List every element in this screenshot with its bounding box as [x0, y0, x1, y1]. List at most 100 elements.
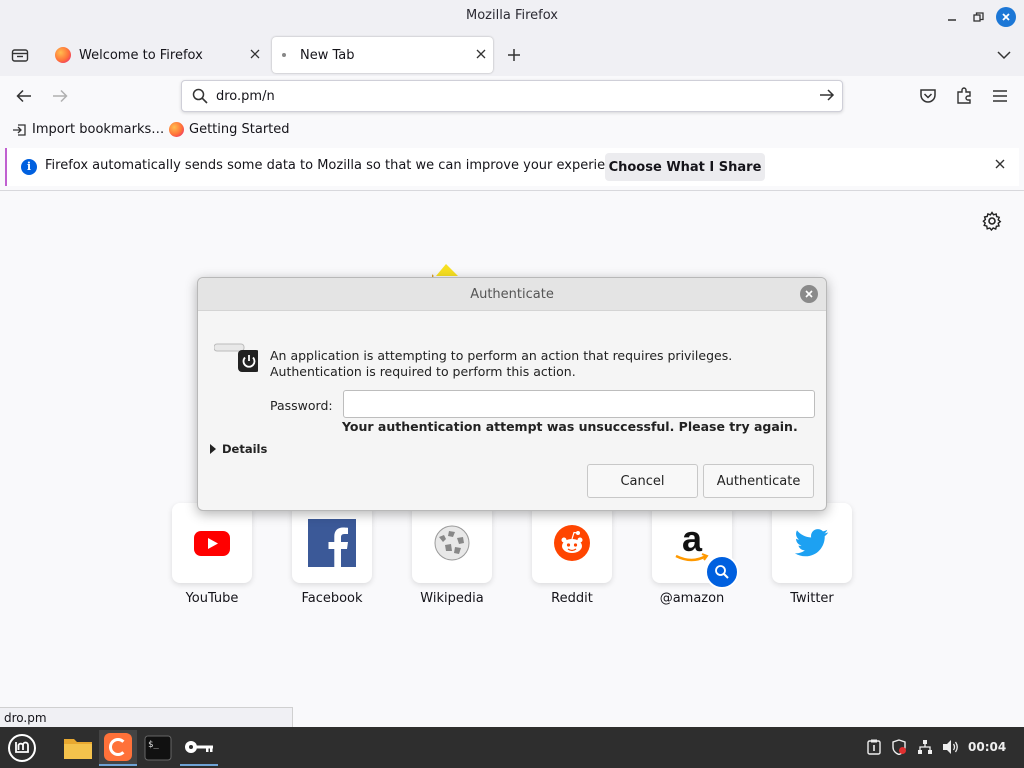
- personalize-settings-button[interactable]: [982, 211, 1002, 235]
- hamburger-menu-icon: [993, 90, 1007, 102]
- top-site-tile[interactable]: [412, 503, 492, 583]
- taskbar-firefox[interactable]: [99, 730, 137, 766]
- window-titlebar: Mozilla Firefox: [0, 0, 1024, 34]
- taskbar-terminal[interactable]: $_: [140, 730, 176, 766]
- tab-close-button[interactable]: [469, 48, 493, 63]
- tab-new-tab[interactable]: New Tab: [272, 37, 493, 73]
- amazon-logo-icon: a: [681, 518, 703, 559]
- top-site-reddit[interactable]: Reddit: [532, 503, 612, 606]
- bookmark-label: Import bookmarks…: [32, 122, 165, 137]
- tab-label: New Tab: [300, 47, 355, 63]
- top-site-twitter[interactable]: Twitter: [772, 503, 852, 606]
- forward-button[interactable]: [48, 84, 72, 108]
- tab-close-button[interactable]: [243, 48, 267, 63]
- search-icon: [715, 565, 729, 579]
- shield-update-tray-icon[interactable]: [891, 739, 907, 755]
- list-all-tabs-button[interactable]: [992, 43, 1016, 67]
- taskbar-authentication-agent[interactable]: [180, 730, 218, 766]
- firefox-icon: [104, 733, 132, 761]
- close-icon: [995, 159, 1005, 169]
- plus-icon: [508, 49, 520, 61]
- taskbar-file-manager[interactable]: [60, 730, 96, 766]
- firefox-view-button[interactable]: [8, 43, 32, 67]
- top-site-wikipedia[interactable]: Wikipedia: [412, 503, 492, 606]
- app-menu-button[interactable]: [988, 84, 1012, 108]
- search-shortcut-badge: [705, 555, 739, 589]
- top-site-label: Facebook: [301, 591, 363, 606]
- info-icon: i: [21, 159, 37, 175]
- password-field[interactable]: [343, 390, 815, 418]
- top-site-tile[interactable]: [292, 503, 372, 583]
- pocket-button[interactable]: [916, 84, 940, 108]
- taskbar: $_ 00:04: [0, 727, 1024, 768]
- youtube-icon: [194, 531, 230, 556]
- wikipedia-globe-icon: [434, 525, 470, 561]
- close-window-button[interactable]: [996, 7, 1016, 27]
- taskbar-clock[interactable]: 00:04: [968, 740, 1006, 754]
- top-site-amazon[interactable]: a @amazon: [652, 503, 739, 606]
- network-tray-icon[interactable]: [917, 739, 933, 755]
- top-site-tile[interactable]: [172, 503, 252, 583]
- new-tab-button[interactable]: [502, 43, 526, 67]
- puzzle-piece-icon: [957, 87, 971, 104]
- bookmark-getting-started[interactable]: Getting Started: [169, 122, 290, 137]
- dialog-title: Authenticate: [198, 278, 826, 311]
- top-site-facebook[interactable]: Facebook: [292, 503, 372, 606]
- dialog-message: An application is attempting to perform …: [270, 348, 733, 379]
- back-button[interactable]: [12, 84, 36, 108]
- dialog-close-button[interactable]: [800, 285, 818, 303]
- folder-icon: [64, 739, 92, 759]
- bookmarks-toolbar: Import bookmarks… Getting Started: [0, 116, 1024, 144]
- status-bar: dro.pm: [0, 707, 293, 727]
- cancel-button[interactable]: Cancel: [587, 464, 698, 498]
- arrow-right-icon: [820, 89, 835, 101]
- top-site-tile[interactable]: [772, 503, 852, 583]
- twitter-bird-icon: [795, 529, 829, 557]
- facebook-icon: [308, 519, 356, 567]
- search-icon: [192, 88, 208, 108]
- data-sharing-notification: i Firefox automatically sends some data …: [5, 148, 1019, 186]
- arrow-left-icon: [16, 89, 31, 103]
- top-site-label: @amazon: [659, 591, 725, 606]
- authenticate-button[interactable]: Authenticate: [703, 464, 814, 498]
- tab-welcome[interactable]: Welcome to Firefox: [45, 37, 267, 73]
- minimize-button[interactable]: [942, 7, 962, 27]
- top-site-label: Twitter: [790, 591, 834, 606]
- details-expander[interactable]: Details: [210, 442, 267, 456]
- firefox-favicon-icon: [55, 47, 71, 63]
- go-button[interactable]: [818, 86, 836, 108]
- top-site-label: Wikipedia: [420, 591, 484, 606]
- navigation-toolbar: [0, 76, 1024, 116]
- url-input[interactable]: [216, 86, 796, 106]
- top-site-youtube[interactable]: YouTube: [172, 503, 252, 606]
- firefox-view-icon: [11, 49, 29, 62]
- close-icon: [250, 49, 260, 58]
- auth-error-message: Your authentication attempt was unsucces…: [342, 419, 798, 434]
- bookmark-import[interactable]: Import bookmarks…: [12, 122, 164, 137]
- reddit-icon: [554, 525, 590, 561]
- mint-logo-icon: [8, 734, 36, 762]
- gear-icon: [982, 211, 1002, 232]
- extensions-button[interactable]: [952, 84, 976, 108]
- clipboard-tray-icon[interactable]: [866, 739, 882, 755]
- volume-tray-icon[interactable]: [942, 739, 960, 755]
- svg-text:$_: $_: [148, 740, 159, 750]
- password-label: Password:: [270, 398, 333, 413]
- address-bar[interactable]: [181, 80, 843, 112]
- amazon-smile-icon: [675, 553, 709, 562]
- bookmark-label: Getting Started: [189, 122, 290, 137]
- maximize-button[interactable]: [968, 7, 988, 27]
- notification-close-button[interactable]: [995, 158, 1005, 173]
- top-site-label: YouTube: [185, 591, 239, 606]
- start-menu-button[interactable]: [4, 730, 40, 766]
- details-label: Details: [222, 442, 268, 456]
- notification-message: Firefox automatically sends some data to…: [45, 158, 633, 173]
- top-site-label: Reddit: [551, 591, 593, 606]
- top-site-tile[interactable]: a: [652, 503, 739, 589]
- key-icon: [185, 741, 213, 753]
- authenticate-dialog: Authenticate An application is attemptin…: [197, 277, 827, 511]
- arrow-right-icon: [53, 89, 68, 103]
- choose-what-i-share-button[interactable]: Choose What I Share: [605, 153, 765, 181]
- top-site-tile[interactable]: [532, 503, 612, 583]
- tab-strip: Welcome to Firefox New Tab: [0, 34, 1024, 76]
